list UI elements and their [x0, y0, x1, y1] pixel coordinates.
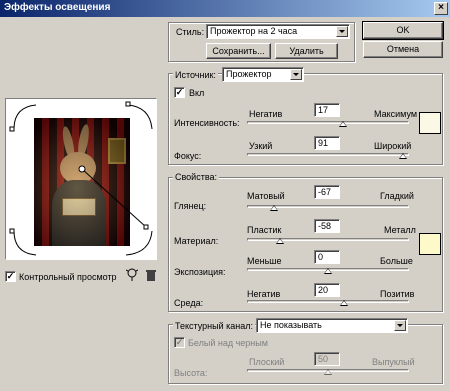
focus-max-label: Широкий	[374, 141, 412, 151]
source-label: Источник:	[173, 70, 218, 80]
focus-slider-thumb[interactable]	[399, 153, 407, 159]
properties-label: Свойства:	[173, 172, 220, 182]
material-min-label: Пластик	[247, 225, 282, 235]
preview-checkbox[interactable]: ✓	[5, 271, 16, 282]
intensity-max-label: Максимум	[374, 109, 418, 119]
material-slider-thumb[interactable]	[276, 238, 284, 244]
light-color-swatch[interactable]	[419, 112, 441, 134]
source-select[interactable]: Прожектор	[222, 67, 304, 82]
window-titlebar: Эффекты освещения ×	[0, 0, 450, 17]
intensity-slider-track[interactable]	[247, 121, 409, 124]
focus-label: Фокус:	[174, 151, 202, 161]
exposure-label: Экспозиция:	[174, 267, 226, 277]
source-select-value: Прожектор	[226, 69, 272, 79]
chevron-down-icon	[290, 69, 302, 80]
ambience-label: Среда:	[174, 298, 204, 308]
delete-button[interactable]: Удалить	[275, 43, 338, 59]
focus-field[interactable]: 91	[314, 136, 340, 150]
chevron-down-icon	[394, 320, 406, 331]
exposure-max-label: Больше	[380, 256, 413, 266]
intensity-min-label: Негатив	[249, 109, 283, 119]
intensity-field[interactable]: 17	[314, 103, 340, 117]
material-label: Материал:	[174, 236, 219, 246]
texture-group	[168, 324, 443, 384]
white-high-checkbox[interactable]: ✓	[174, 337, 185, 348]
exposure-slider-thumb[interactable]	[324, 268, 332, 274]
chevron-down-icon	[336, 26, 348, 37]
gloss-max-label: Гладкий	[380, 191, 414, 201]
gloss-field[interactable]: -67	[314, 185, 340, 199]
focus-min-label: Узкий	[249, 141, 273, 151]
style-select[interactable]: Прожектор на 2 часа	[206, 24, 350, 39]
height-slider-thumb[interactable]	[324, 369, 332, 375]
close-icon[interactable]: ×	[434, 2, 448, 15]
ambience-max-label: Позитив	[380, 289, 415, 299]
ambience-field[interactable]: 20	[314, 283, 340, 297]
properties-color-swatch[interactable]	[419, 233, 441, 255]
focus-slider-track[interactable]	[247, 153, 409, 156]
intensity-slider-thumb[interactable]	[339, 121, 347, 127]
ambience-min-label: Негатив	[247, 289, 281, 299]
light-ellipse-handles[interactable]	[6, 99, 157, 260]
window-title: Эффекты освещения	[4, 2, 111, 13]
exposure-field[interactable]: 0	[314, 250, 340, 264]
height-max-label: Выпуклый	[372, 357, 415, 367]
cancel-button[interactable]: Отмена	[363, 41, 443, 58]
save-button[interactable]: Сохранить...	[206, 43, 271, 59]
gloss-min-label: Матовый	[247, 191, 285, 201]
ambience-slider-track[interactable]	[247, 300, 409, 303]
texture-select-value: Не показывать	[260, 320, 322, 330]
trash-icon[interactable]	[146, 269, 156, 281]
white-high-label: Белый над черным	[188, 338, 268, 348]
source-on-label: Вкл	[189, 88, 205, 98]
ok-button[interactable]: OK	[362, 21, 444, 40]
texture-label: Текстурный канал:	[173, 321, 255, 331]
material-field[interactable]: -58	[314, 219, 340, 233]
exposure-min-label: Меньше	[247, 256, 282, 266]
texture-select[interactable]: Не показывать	[256, 318, 408, 333]
style-label: Стиль:	[176, 27, 205, 37]
preview-canvas[interactable]	[5, 98, 157, 260]
material-slider-track[interactable]	[247, 238, 409, 241]
height-min-label: Плоский	[249, 357, 285, 367]
source-on-checkbox[interactable]: ✓	[174, 87, 185, 98]
gloss-label: Глянец:	[174, 201, 207, 211]
light-bulb-icon[interactable]	[126, 268, 138, 282]
intensity-label: Интенсивность:	[174, 118, 240, 128]
height-field[interactable]: 50	[314, 352, 340, 366]
ambience-slider-thumb[interactable]	[340, 300, 348, 306]
material-max-label: Металл	[384, 225, 416, 235]
gloss-slider-thumb[interactable]	[270, 205, 278, 211]
height-label: Высота:	[174, 368, 208, 378]
style-select-value: Прожектор на 2 часа	[210, 26, 298, 36]
preview-label: Контрольный просмотр	[19, 272, 117, 282]
